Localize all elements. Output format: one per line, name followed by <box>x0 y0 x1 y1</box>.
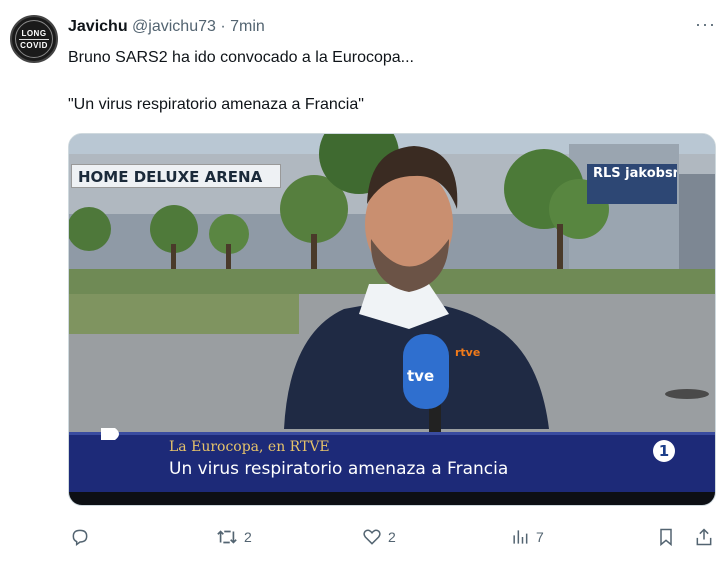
avatar[interactable]: LONG COVID <box>10 15 58 63</box>
separator-dot: · <box>220 18 226 35</box>
share-icon <box>696 528 712 546</box>
retweet-count: 2 <box>244 529 252 545</box>
author-handle[interactable]: @javichu73 <box>132 18 216 35</box>
like-count: 2 <box>388 529 396 545</box>
tweet-media-image[interactable]: HOME DELUXE ARENA RLS jakobsmeyer tve rt… <box>68 133 716 506</box>
tweet-text-line-2: "Un virus respiratorio amenaza a Francia… <box>68 96 364 113</box>
views-chart-icon <box>513 530 528 544</box>
avatar-divider <box>19 38 49 40</box>
tweet-text-line-1: Bruno SARS2 ha ido convocado a la Euroco… <box>68 49 414 66</box>
bookmark-icon <box>660 528 672 547</box>
share-button[interactable] <box>694 522 714 552</box>
chyron-headline: Un virus respiratorio amenaza a Francia <box>169 459 509 479</box>
author-name[interactable]: Javichu <box>68 18 128 35</box>
tweet-actions: 2 2 7 <box>0 522 728 552</box>
microphone-tve-label: tve <box>407 367 435 385</box>
avatar-text-covid: COVID <box>20 40 48 50</box>
heart-icon <box>363 529 381 545</box>
reply-button[interactable] <box>70 522 96 552</box>
more-options-icon[interactable]: ··· <box>695 14 716 35</box>
views-count: 7 <box>536 529 544 545</box>
reply-icon <box>72 529 88 546</box>
tweet-header: Javichu @javichu73 · 7min <box>68 16 265 38</box>
retweet-icon <box>217 530 237 544</box>
chyron-subtitle: La Eurocopa, en RTVE <box>169 439 330 455</box>
timestamp[interactable]: 7min <box>230 18 265 35</box>
rls-sign: RLS jakobsmeyer <box>587 164 677 204</box>
tweet[interactable]: LONG COVID Javichu @javichu73 · 7min ···… <box>0 0 728 566</box>
bookmark-button[interactable] <box>656 522 676 552</box>
avatar-text-long: LONG <box>21 28 47 38</box>
arena-sign: HOME DELUXE ARENA <box>71 164 281 188</box>
retweet-button[interactable]: 2 <box>216 522 252 552</box>
views-button[interactable]: 7 <box>510 522 544 552</box>
channel-one-badge: 1 <box>653 440 675 462</box>
rtve-jacket-logo: rtve <box>455 346 481 359</box>
like-button[interactable]: 2 <box>362 522 396 552</box>
